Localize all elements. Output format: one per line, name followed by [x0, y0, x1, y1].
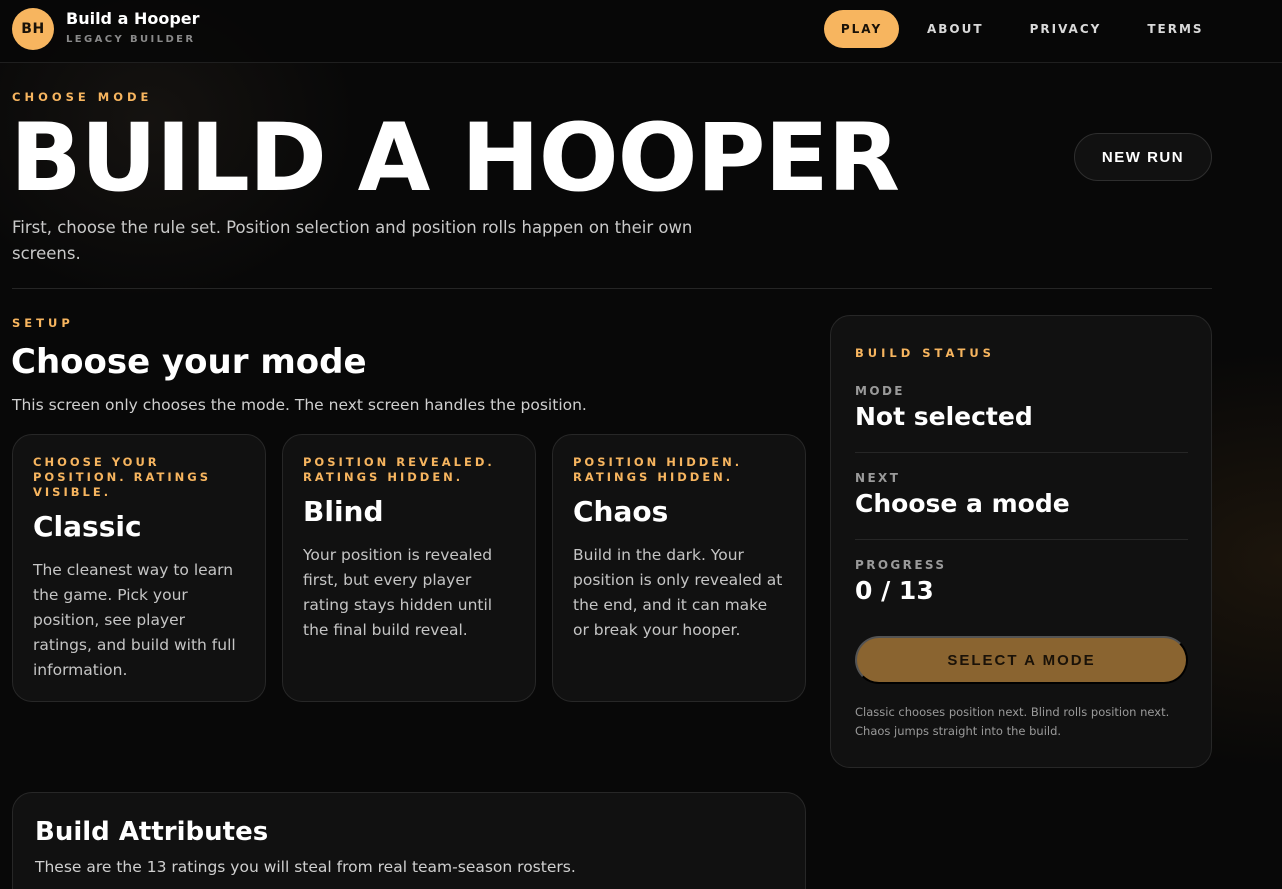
mode-tag: POSITION REVEALED. RATINGS HIDDEN.	[303, 455, 495, 484]
mode-tag: CHOOSE YOUR POSITION. RATINGS VISIBLE.	[33, 455, 211, 499]
select-mode-button[interactable]: SELECT A MODE	[855, 636, 1188, 684]
brand-title[interactable]: Build a Hooper	[66, 9, 200, 28]
build-attributes-card: Build Attributes These are the 13 rating…	[12, 792, 806, 889]
page-title: BUILD A HOOPER	[10, 104, 900, 213]
mode-name: Blind	[303, 495, 384, 528]
nav-link-about[interactable]: ABOUT	[927, 10, 984, 48]
hero-eyebrow: CHOOSE MODE	[12, 90, 153, 104]
status-next-value: Choose a mode	[855, 489, 1070, 518]
nav-link-privacy[interactable]: PRIVACY	[1030, 10, 1102, 48]
status-progress-label: PROGRESS	[855, 558, 947, 572]
mode-card-blind[interactable]: POSITION REVEALED. RATINGS HIDDEN. Blind…	[282, 434, 536, 702]
status-next-label: NEXT	[855, 471, 901, 485]
mode-name: Classic	[33, 510, 142, 543]
mode-card-chaos[interactable]: POSITION HIDDEN. RATINGS HIDDEN. Chaos B…	[552, 434, 806, 702]
status-next: NEXT Choose a mode	[855, 471, 1188, 518]
status-progress-value: 0 / 13	[855, 576, 934, 605]
mode-name: Chaos	[573, 495, 669, 528]
mode-description: Your position is revealed first, but eve…	[303, 546, 493, 639]
status-progress: PROGRESS 0 / 13	[855, 558, 1188, 605]
status-mode-label: MODE	[855, 384, 905, 398]
nav-link-terms[interactable]: TERMS	[1147, 10, 1203, 48]
mode-description: The cleanest way to learn the game. Pick…	[33, 561, 236, 679]
status-eyebrow: BUILD STATUS	[855, 346, 995, 360]
top-nav: BH Build a Hooper LEGACY BUILDER PLAY AB…	[0, 0, 1282, 63]
divider	[855, 539, 1188, 540]
setup-eyebrow: SETUP	[12, 316, 74, 330]
new-run-button[interactable]: NEW RUN	[1074, 133, 1212, 181]
status-mode-value: Not selected	[855, 402, 1033, 431]
attributes-title: Build Attributes	[35, 817, 269, 847]
setup-description: This screen only chooses the mode. The n…	[12, 396, 587, 414]
setup-title: Choose your mode	[11, 342, 367, 382]
mode-card-classic[interactable]: CHOOSE YOUR POSITION. RATINGS VISIBLE. C…	[12, 434, 266, 702]
attributes-description: These are the 13 ratings you will steal …	[35, 858, 576, 876]
build-status-panel: BUILD STATUS MODE Not selected NEXT Choo…	[830, 315, 1212, 768]
nav-link-play[interactable]: PLAY	[824, 10, 899, 48]
mode-description: Build in the dark. Your position is only…	[573, 546, 783, 639]
brand-subtitle: LEGACY BUILDER	[66, 34, 196, 45]
divider	[855, 452, 1188, 453]
hero-description: First, choose the rule set. Position sel…	[12, 218, 693, 263]
divider	[12, 288, 1212, 289]
status-note: Classic chooses position next. Blind rol…	[855, 705, 1170, 738]
status-mode: MODE Not selected	[855, 384, 1188, 431]
nav-links: PLAY ABOUT PRIVACY TERMS	[824, 10, 1204, 48]
logo-badge[interactable]: BH	[12, 8, 54, 50]
mode-tag: POSITION HIDDEN. RATINGS HIDDEN.	[573, 455, 743, 484]
